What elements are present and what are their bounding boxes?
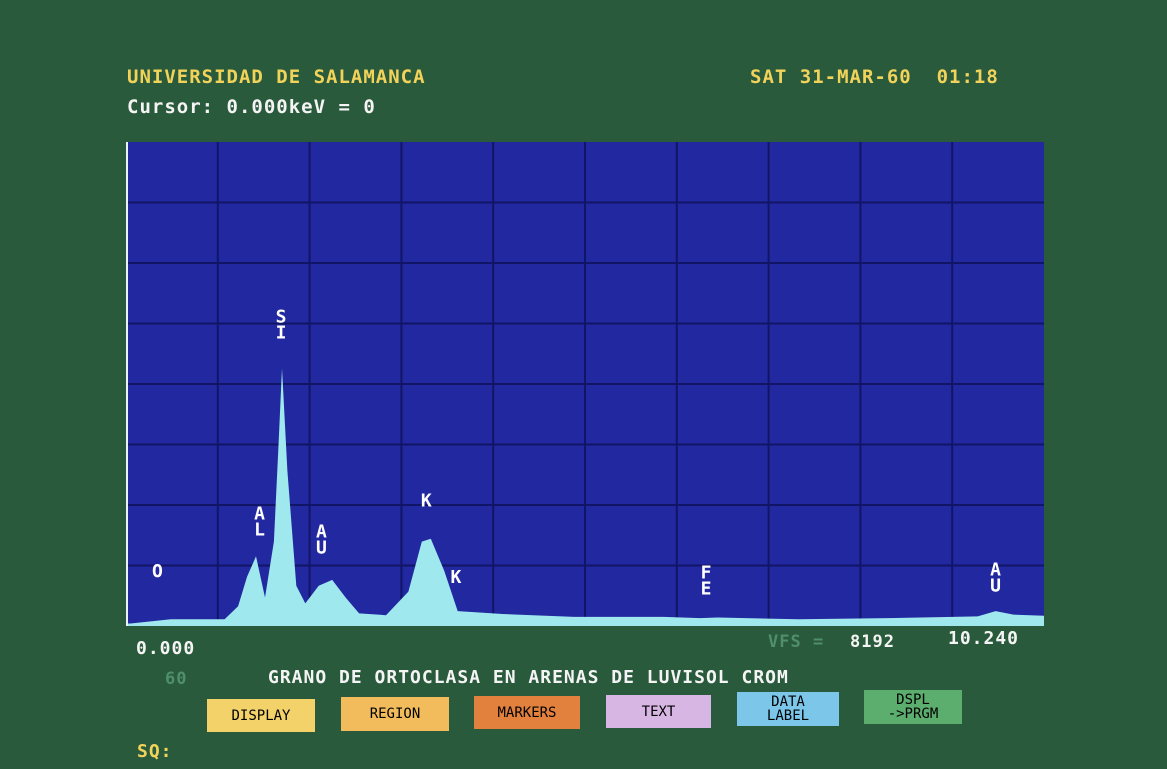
- display-button-label: DISPLAY: [231, 707, 291, 724]
- vfs-label: VFS =: [768, 632, 825, 652]
- datetime-display: SAT 31-MAR-60 01:18: [750, 66, 999, 88]
- region-button[interactable]: REGION: [341, 697, 449, 731]
- peak-label-o: O: [152, 561, 163, 582]
- x-axis-max-label: 10.240: [948, 628, 1020, 649]
- display-button[interactable]: DISPLAY: [207, 699, 315, 732]
- institution-title: UNIVERSIDAD DE SALAMANCA: [127, 66, 426, 88]
- data-label-button[interactable]: DATA LABEL: [737, 692, 839, 726]
- peak-label-au: AU: [990, 560, 1001, 597]
- aux-number: 60: [165, 669, 188, 689]
- markers-button-label: MARKERS: [497, 704, 557, 721]
- peak-label-au: AU: [316, 521, 327, 558]
- x-axis-min-label: 0.000: [136, 638, 196, 659]
- text-button-label: TEXT: [641, 703, 676, 720]
- peak-label-al: AL: [254, 504, 265, 541]
- spectrum-plot[interactable]: O A L S I A U K K F E A U: [126, 142, 1044, 626]
- data-label-button-line2: LABEL: [766, 708, 810, 724]
- region-button-label: REGION: [369, 706, 421, 722]
- peak-label-fe: FE: [701, 563, 712, 600]
- sample-title: GRANO DE ORTOCLASA EN ARENAS DE LUVISOL …: [268, 667, 789, 688]
- peak-label-k: K: [450, 567, 461, 588]
- dspl-prgm-button[interactable]: DSPL ->PRGM: [864, 690, 962, 724]
- vfs-value: 8192: [850, 632, 895, 652]
- dspl-prgm-button-line1: DSPL: [896, 692, 930, 708]
- peak-label-si: SI: [276, 307, 287, 344]
- text-button[interactable]: TEXT: [606, 695, 711, 728]
- command-prompt[interactable]: SQ:: [137, 741, 173, 762]
- cursor-readout: Cursor: 0.000keV = 0: [127, 96, 376, 118]
- markers-button[interactable]: MARKERS: [474, 696, 580, 729]
- dspl-prgm-button-line2: ->PRGM: [887, 706, 939, 722]
- peak-label-k: K: [421, 490, 432, 511]
- data-label-button-line1: DATA: [771, 694, 805, 710]
